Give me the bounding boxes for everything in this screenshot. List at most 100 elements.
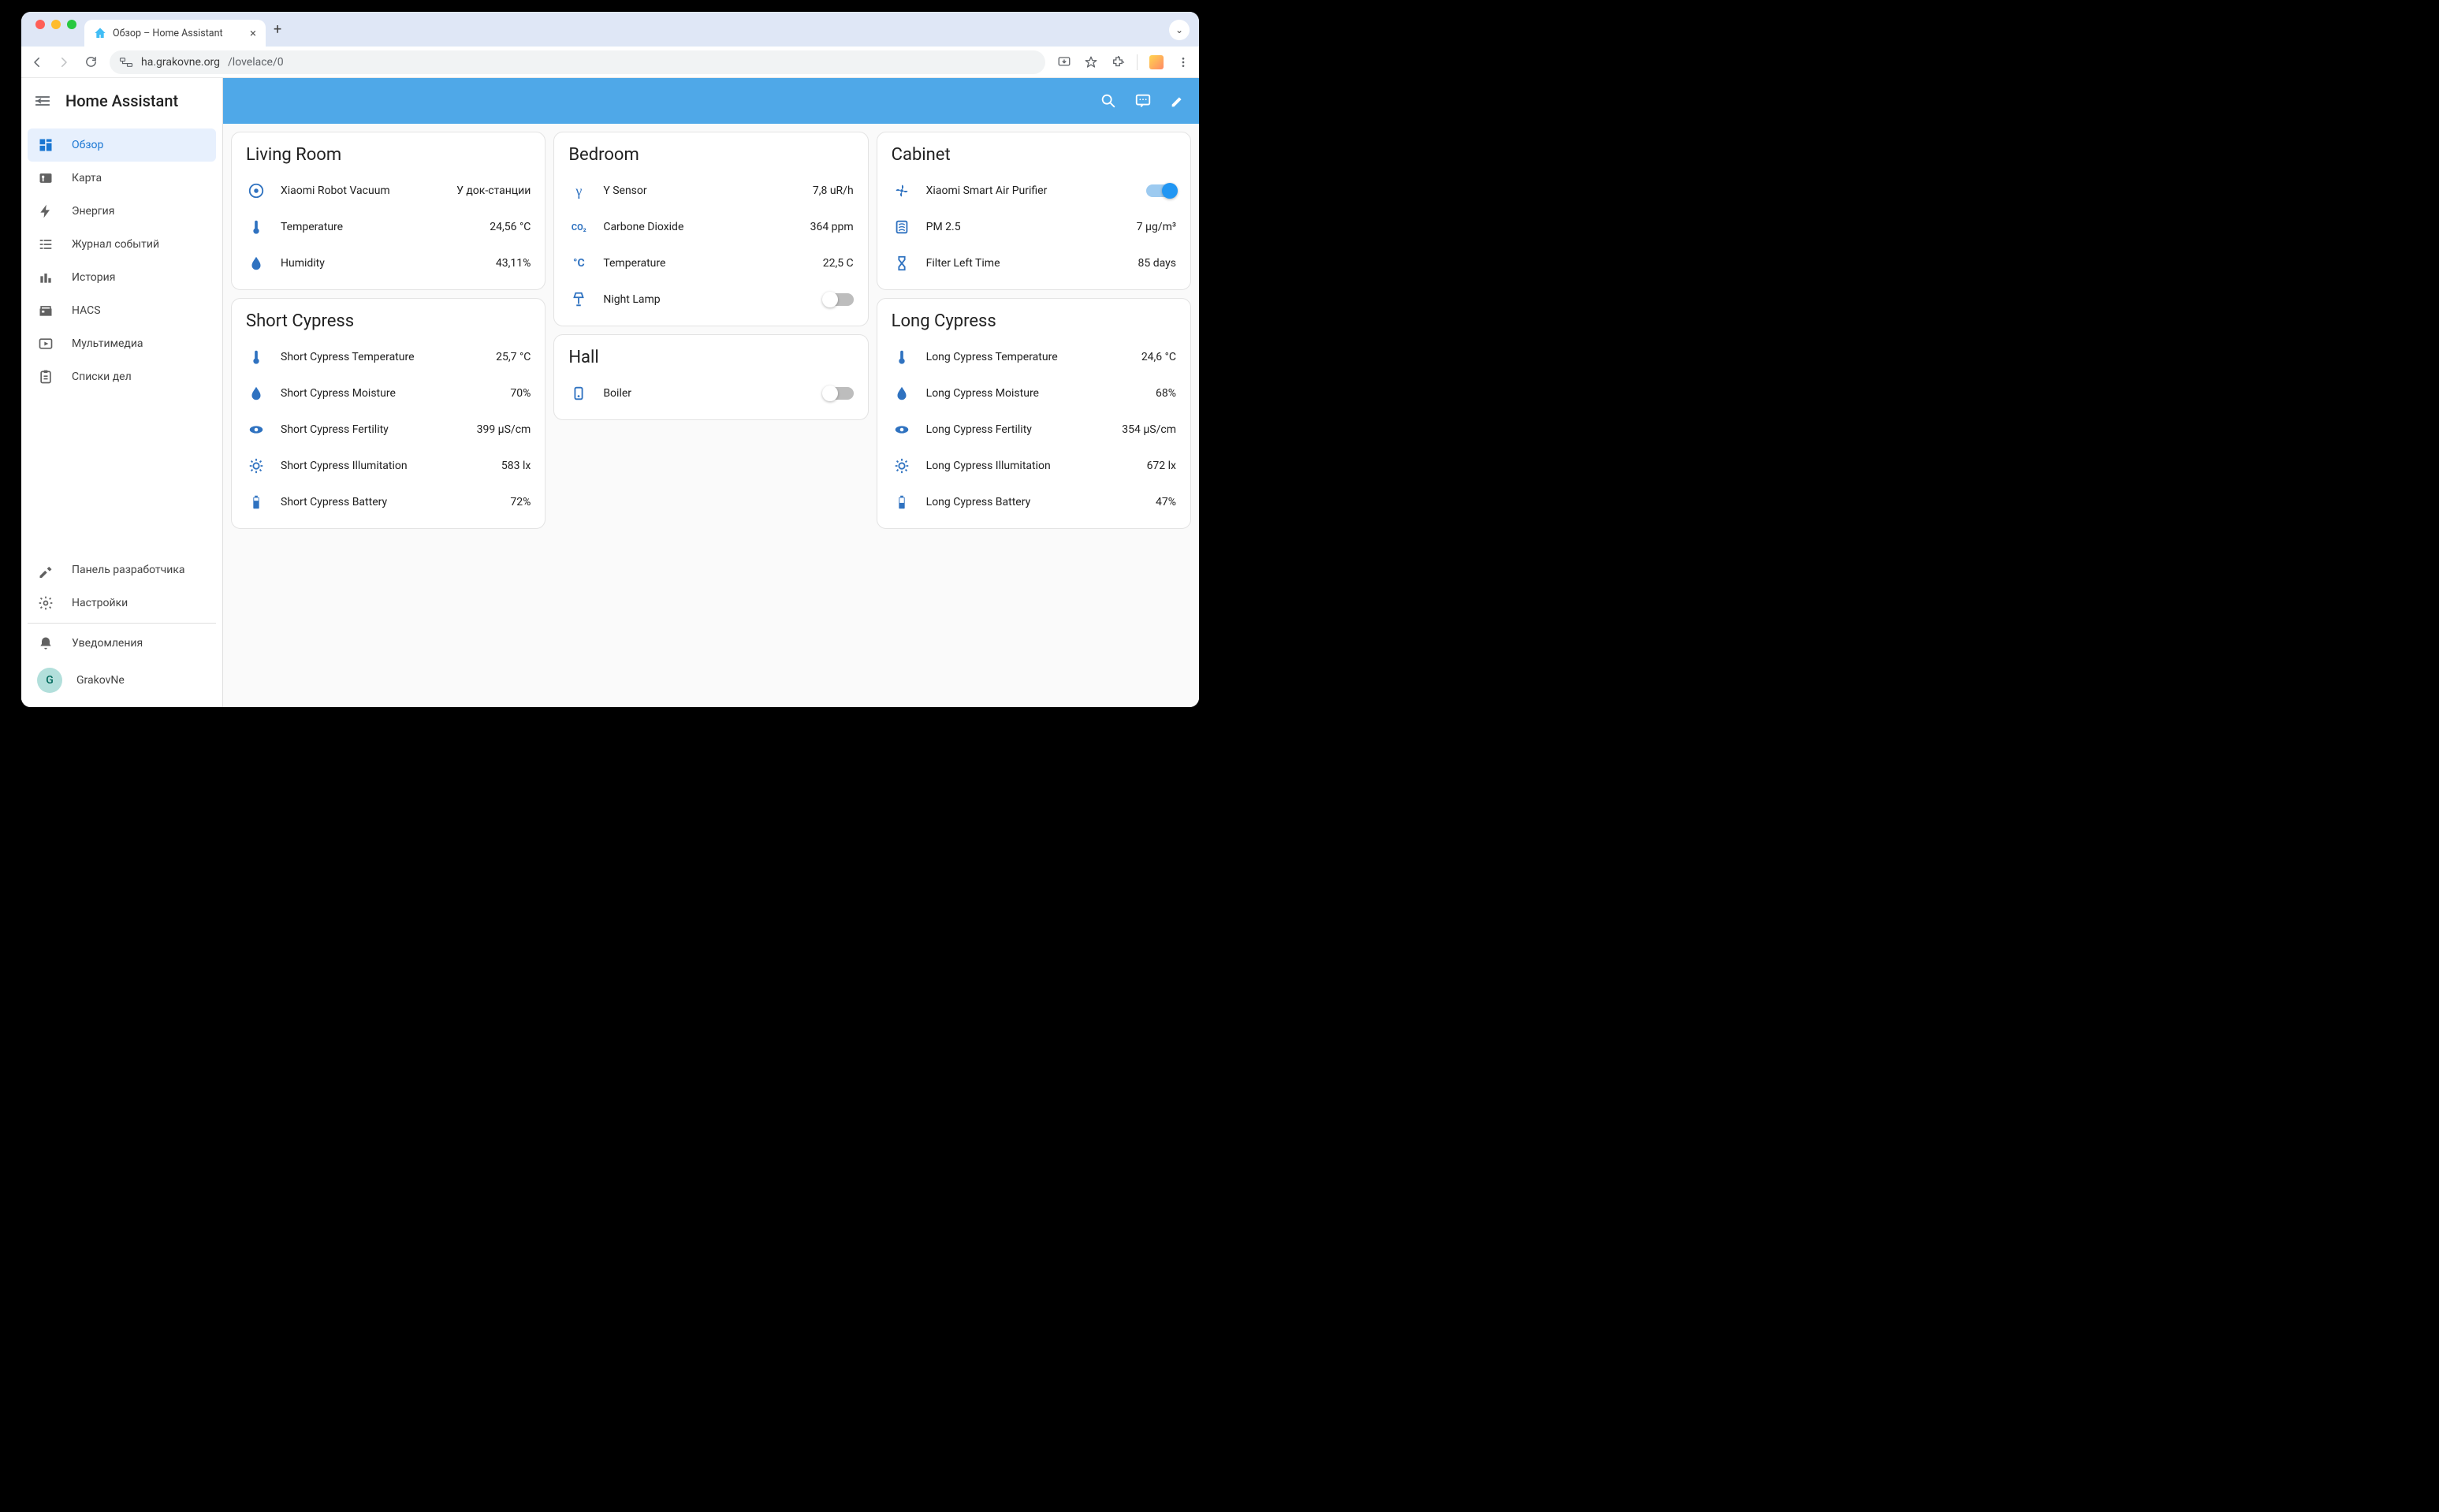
card-short-cypress: Short Cypress Short Cypress Temperature2…: [231, 298, 546, 529]
thermometer-icon: [246, 347, 266, 367]
sidebar-item-map[interactable]: Карта: [28, 162, 216, 195]
card-hall: Hall Boiler: [553, 334, 868, 420]
entity-label: Xiaomi Smart Air Purifier: [926, 184, 1146, 197]
forward-button[interactable]: [56, 55, 72, 69]
hacs-icon: [37, 302, 54, 319]
sidebar-toggle-icon[interactable]: [34, 92, 51, 110]
entity-row[interactable]: Humidity43,11%: [246, 245, 531, 281]
sidebar-item-history[interactable]: История: [28, 261, 216, 294]
entity-row[interactable]: Short Cypress Battery72%: [246, 484, 531, 520]
entity-value: 70%: [510, 387, 531, 400]
card-title: Cabinet: [892, 145, 1176, 165]
bookmark-icon[interactable]: [1083, 55, 1099, 69]
minimize-window-button[interactable]: [51, 20, 61, 29]
sidebar-item-label: Карта: [72, 172, 102, 184]
entity-value: 583 lx: [501, 460, 531, 472]
entity-row[interactable]: Xiaomi Robot VacuumУ док-станции: [246, 173, 531, 209]
entity-row[interactable]: Night Lamp: [568, 281, 853, 318]
reload-button[interactable]: [83, 55, 99, 69]
thermometer-icon: [246, 217, 266, 237]
browser-menu-icon[interactable]: [1175, 56, 1191, 69]
entity-row[interactable]: Temperature24,56 °C: [246, 209, 531, 245]
entity-row[interactable]: γY Sensor7,8 uR/h: [568, 173, 853, 209]
entity-row[interactable]: Long Cypress Temperature24,6 °C: [892, 339, 1176, 375]
profile-icon[interactable]: [1149, 55, 1164, 69]
entity-row[interactable]: Xiaomi Smart Air Purifier: [892, 173, 1176, 209]
sidebar-item-logbook[interactable]: Журнал событий: [28, 228, 216, 261]
entity-label: Xiaomi Robot Vacuum: [281, 184, 456, 197]
tab-favicon: [94, 27, 106, 39]
toggle-switch[interactable]: [824, 387, 854, 400]
celsius-icon: °C: [568, 253, 589, 274]
card-title: Bedroom: [568, 145, 853, 165]
close-window-button[interactable]: [35, 20, 45, 29]
entity-row[interactable]: Filter Left Time85 days: [892, 245, 1176, 281]
sidebar-item-energy[interactable]: Энергия: [28, 195, 216, 228]
address-bar[interactable]: ha.grakovne.org/lovelace/0: [110, 50, 1045, 74]
entity-row[interactable]: Short Cypress Fertility399 µS/cm: [246, 412, 531, 448]
toolbar-actions: [1056, 54, 1191, 70]
toggle-switch[interactable]: [1146, 184, 1176, 197]
back-button[interactable]: [29, 55, 45, 69]
toggle-switch[interactable]: [824, 293, 854, 306]
sidebar-item-notifications[interactable]: Уведомления: [28, 627, 216, 660]
sidebar-item-settings[interactable]: Настройки: [28, 587, 216, 620]
sidebar-item-devtools[interactable]: Панель разработчика: [28, 553, 216, 587]
gear-outline-icon: [892, 456, 912, 476]
sidebar-header: Home Assistant: [21, 78, 222, 124]
maximize-window-button[interactable]: [67, 20, 76, 29]
co2-icon: CO₂: [568, 217, 589, 237]
entity-row[interactable]: Short Cypress Illumitation583 lx: [246, 448, 531, 484]
entity-value: 24,56 °C: [490, 221, 531, 233]
entity-row[interactable]: Long Cypress Moisture68%: [892, 375, 1176, 412]
window-controls: [28, 20, 84, 39]
dashboard-grid: Living Room Xiaomi Robot VacuumУ док-ста…: [223, 124, 1199, 707]
card-cabinet: Cabinet Xiaomi Smart Air Purifier PM 2.5…: [877, 132, 1191, 290]
install-app-icon[interactable]: [1056, 55, 1072, 69]
eye-icon: [246, 419, 266, 440]
entity-label: Filter Left Time: [926, 257, 1138, 270]
entity-row[interactable]: Long Cypress Battery47%: [892, 484, 1176, 520]
sidebar-item-todo[interactable]: Списки дел: [28, 360, 216, 393]
entity-row[interactable]: Boiler: [568, 375, 853, 412]
gamma-icon: γ: [568, 181, 589, 201]
entity-row[interactable]: PM 2.57 µg/m³: [892, 209, 1176, 245]
search-icon[interactable]: [1100, 92, 1117, 110]
entity-label: Short Cypress Temperature: [281, 351, 496, 363]
browser-window: Обзор – Home Assistant × + ⌄ ha.grakovne…: [21, 12, 1199, 707]
url-path: /lovelace/0: [228, 56, 284, 69]
entity-row[interactable]: Long Cypress Illumitation672 lx: [892, 448, 1176, 484]
fan-icon: [892, 181, 912, 201]
tabs-dropdown-button[interactable]: ⌄: [1169, 20, 1190, 40]
sidebar-item-hacs[interactable]: HACS: [28, 294, 216, 327]
browser-tab[interactable]: Обзор – Home Assistant ×: [84, 20, 266, 47]
energy-icon: [37, 203, 54, 220]
avatar: G: [37, 668, 62, 693]
site-settings-icon[interactable]: [119, 57, 133, 68]
entity-row[interactable]: °CTemperature22,5 C: [568, 245, 853, 281]
new-tab-button[interactable]: +: [266, 21, 289, 38]
entity-row[interactable]: Long Cypress Fertility354 µS/cm: [892, 412, 1176, 448]
entity-label: Long Cypress Fertility: [926, 423, 1123, 436]
edit-icon[interactable]: [1169, 92, 1186, 110]
sidebar-item-overview[interactable]: Обзор: [28, 128, 216, 162]
entity-row[interactable]: Short Cypress Moisture70%: [246, 375, 531, 412]
boiler-icon: [568, 383, 589, 404]
entity-value: 43,11%: [496, 257, 531, 270]
entity-value: У док-станции: [456, 184, 531, 197]
sidebar-item-label: Списки дел: [72, 371, 132, 383]
close-tab-icon[interactable]: ×: [250, 26, 256, 40]
sidebar-user[interactable]: G GrakovNe: [28, 660, 216, 701]
thermometer-icon: [892, 347, 912, 367]
entity-row[interactable]: Short Cypress Temperature25,7 °C: [246, 339, 531, 375]
entity-label: Short Cypress Moisture: [281, 387, 510, 400]
todo-icon: [37, 368, 54, 385]
extensions-icon[interactable]: [1110, 55, 1126, 69]
sidebar-item-media[interactable]: Мультимедиа: [28, 327, 216, 360]
battery-icon: [892, 492, 912, 512]
entity-row[interactable]: CO₂Carbone Dioxide364 ppm: [568, 209, 853, 245]
sidebar-nav: Обзор Карта Энергия Журнал событий Истор…: [21, 124, 222, 550]
home-assistant-app: Home Assistant Обзор Карта Энергия Журн: [21, 78, 1199, 707]
chat-icon[interactable]: [1134, 92, 1152, 110]
dashboard-column: Living Room Xiaomi Robot VacuumУ док-ста…: [231, 132, 546, 529]
